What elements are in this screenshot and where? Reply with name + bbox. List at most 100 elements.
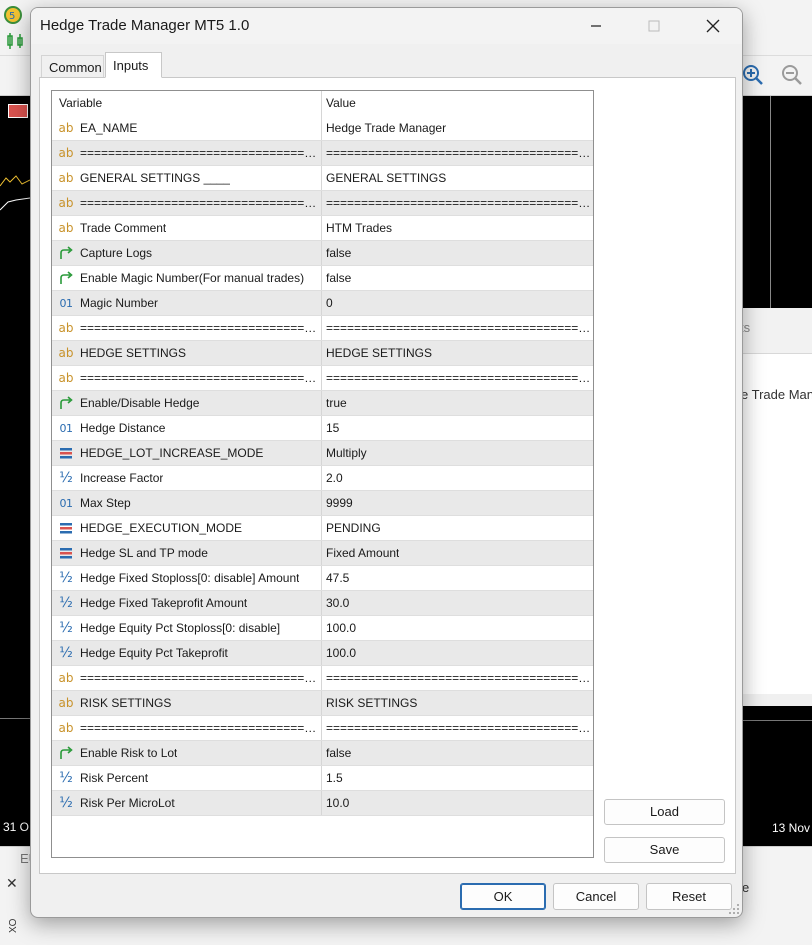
value-cell[interactable]: ========================================… bbox=[322, 141, 593, 165]
inputs-tab-panel: Variable Value ab EA_NAME Hedge Trade Mana… bbox=[39, 77, 736, 874]
value-cell[interactable]: 47.5 bbox=[322, 566, 593, 590]
zoom-out-icon[interactable] bbox=[781, 64, 803, 86]
value-cell[interactable]: 2.0 bbox=[322, 466, 593, 490]
value-text: ========================================… bbox=[326, 146, 593, 160]
variable-name: ========================================… bbox=[80, 196, 321, 210]
table-row[interactable]: ab ================================== ====… bbox=[52, 366, 593, 391]
value-cell[interactable]: PENDING bbox=[322, 516, 593, 540]
value-cell[interactable]: ========================================… bbox=[322, 716, 593, 740]
value-cell[interactable]: ========================================… bbox=[322, 191, 593, 215]
table-row[interactable]: ab ================================== ====… bbox=[52, 191, 593, 216]
table-row[interactable]: ½ Risk Percent 1.5 bbox=[52, 766, 593, 791]
table-row[interactable]: Enable/Disable Hedge true bbox=[52, 391, 593, 416]
variable-name: EA_NAME bbox=[80, 121, 138, 135]
variable-name: Magic Number bbox=[80, 296, 159, 310]
value-cell[interactable]: 100.0 bbox=[322, 641, 593, 665]
table-row[interactable]: Enable Risk to Lot false bbox=[52, 741, 593, 766]
variable-cell: ½ Hedge Fixed Takeprofit Amount bbox=[52, 591, 322, 615]
table-row[interactable]: ab GENERAL SETTINGS ____ GENERAL SETTINGS bbox=[52, 166, 593, 191]
table-row[interactable]: ½ Hedge Fixed Stoploss[0: disable] Amount… bbox=[52, 566, 593, 591]
table-row[interactable]: 01 Magic Number 0 bbox=[52, 291, 593, 316]
table-row[interactable]: ½ Hedge Equity Pct Stoploss[0: disable] 10… bbox=[52, 616, 593, 641]
variable-cell: ½ Risk Per MicroLot bbox=[52, 791, 322, 815]
ea-properties-dialog: Hedge Trade Manager MT5 1.0 Common Input… bbox=[30, 7, 743, 918]
ok-button[interactable]: OK bbox=[460, 883, 546, 910]
variable-cell: HEDGE_LOT_INCREASE_MODE bbox=[52, 441, 322, 465]
tab-common[interactable]: Common bbox=[41, 55, 104, 79]
value-cell[interactable]: HEDGE SETTINGS bbox=[322, 341, 593, 365]
value-cell[interactable]: ========================================… bbox=[322, 316, 593, 340]
navigator-item[interactable]: e Trade Man bbox=[741, 387, 812, 402]
reset-button[interactable]: Reset bbox=[646, 883, 732, 910]
table-row[interactable]: ab RISK SETTINGS RISK SETTINGS bbox=[52, 691, 593, 716]
variable-cell: ab EA_NAME bbox=[52, 116, 322, 140]
value-cell[interactable]: 1.5 bbox=[322, 766, 593, 790]
close-button[interactable] bbox=[684, 8, 742, 44]
value-cell[interactable]: Multiply bbox=[322, 441, 593, 465]
double-icon: ½ bbox=[59, 620, 73, 636]
value-cell[interactable]: 10.0 bbox=[322, 791, 593, 815]
table-row[interactable]: Hedge SL and TP mode Fixed Amount bbox=[52, 541, 593, 566]
minimize-button[interactable] bbox=[567, 8, 625, 44]
value-text: 30.0 bbox=[326, 596, 350, 610]
value-cell[interactable]: 30.0 bbox=[322, 591, 593, 615]
value-cell[interactable]: ========================================… bbox=[322, 366, 593, 390]
variable-name: Risk Percent bbox=[80, 771, 149, 785]
table-row[interactable]: ab ================================== ====… bbox=[52, 716, 593, 741]
value-cell[interactable]: 100.0 bbox=[322, 616, 593, 640]
cancel-button[interactable]: Cancel bbox=[553, 883, 639, 910]
value-text: Hedge Trade Manager bbox=[326, 121, 447, 135]
tab-inputs[interactable]: Inputs bbox=[105, 52, 162, 78]
value-cell[interactable]: Fixed Amount bbox=[322, 541, 593, 565]
table-row[interactable]: Enable Magic Number(For manual trades) fa… bbox=[52, 266, 593, 291]
table-row[interactable]: 01 Hedge Distance 15 bbox=[52, 416, 593, 441]
table-row[interactable]: ab EA_NAME Hedge Trade Manager bbox=[52, 116, 593, 141]
variable-name: Hedge Fixed Takeprofit Amount bbox=[80, 596, 248, 610]
table-row[interactable]: ab ================================== ====… bbox=[52, 666, 593, 691]
resize-grip-icon[interactable] bbox=[728, 903, 740, 915]
variable-cell: ab HEDGE SETTINGS bbox=[52, 341, 322, 365]
value-text: 0 bbox=[326, 296, 333, 310]
table-row[interactable]: ab ================================== ====… bbox=[52, 141, 593, 166]
variable-cell: ½ Hedge Equity Pct Stoploss[0: disable] bbox=[52, 616, 322, 640]
table-row[interactable]: ½ Increase Factor 2.0 bbox=[52, 466, 593, 491]
save-button[interactable]: Save bbox=[604, 837, 725, 863]
table-row[interactable]: 01 Max Step 9999 bbox=[52, 491, 593, 516]
variable-cell: Enable Risk to Lot bbox=[52, 741, 322, 765]
value-cell[interactable]: ========================================… bbox=[322, 666, 593, 690]
table-row[interactable]: ab HEDGE SETTINGS HEDGE SETTINGS bbox=[52, 341, 593, 366]
value-cell[interactable]: GENERAL SETTINGS bbox=[322, 166, 593, 190]
value-cell[interactable]: false bbox=[322, 241, 593, 265]
value-cell[interactable]: HTM Trades bbox=[322, 216, 593, 240]
variable-name: Increase Factor bbox=[80, 471, 164, 485]
variable-name: Max Step bbox=[80, 496, 131, 510]
value-cell[interactable]: 0 bbox=[322, 291, 593, 315]
table-row[interactable]: ½ Hedge Fixed Takeprofit Amount 30.0 bbox=[52, 591, 593, 616]
table-row[interactable]: HEDGE_LOT_INCREASE_MODE Multiply bbox=[52, 441, 593, 466]
zoom-in-icon[interactable] bbox=[742, 64, 764, 86]
load-button[interactable]: Load bbox=[604, 799, 725, 825]
variable-cell: ab GENERAL SETTINGS ____ bbox=[52, 166, 322, 190]
variable-name: Enable Magic Number(For manual trades) bbox=[80, 271, 305, 285]
value-cell[interactable]: 15 bbox=[322, 416, 593, 440]
table-row[interactable]: Capture Logs false bbox=[52, 241, 593, 266]
variable-name: Hedge SL and TP mode bbox=[80, 546, 208, 560]
table-row[interactable]: HEDGE_EXECUTION_MODE PENDING bbox=[52, 516, 593, 541]
value-cell[interactable]: false bbox=[322, 741, 593, 765]
double-icon: ½ bbox=[59, 795, 73, 811]
table-row[interactable]: ab Trade Comment HTM Trades bbox=[52, 216, 593, 241]
value-cell[interactable]: Hedge Trade Manager bbox=[322, 116, 593, 140]
close-icon[interactable]: ✕ bbox=[6, 875, 18, 892]
table-row[interactable]: ½ Risk Per MicroLot 10.0 bbox=[52, 791, 593, 816]
value-cell[interactable]: RISK SETTINGS bbox=[322, 691, 593, 715]
table-row[interactable]: ½ Hedge Equity Pct Takeprofit 100.0 bbox=[52, 641, 593, 666]
value-cell[interactable]: false bbox=[322, 266, 593, 290]
value-cell[interactable]: true bbox=[322, 391, 593, 415]
column-header-variable[interactable]: Variable bbox=[52, 91, 322, 116]
value-cell[interactable]: 9999 bbox=[322, 491, 593, 515]
column-header-value[interactable]: Value bbox=[322, 91, 593, 116]
title-bar[interactable]: Hedge Trade Manager MT5 1.0 bbox=[31, 8, 742, 44]
table-row[interactable]: ab ================================== ====… bbox=[52, 316, 593, 341]
toolbox-tab-partial[interactable]: e bbox=[742, 880, 749, 895]
candles-icon[interactable] bbox=[6, 32, 26, 50]
